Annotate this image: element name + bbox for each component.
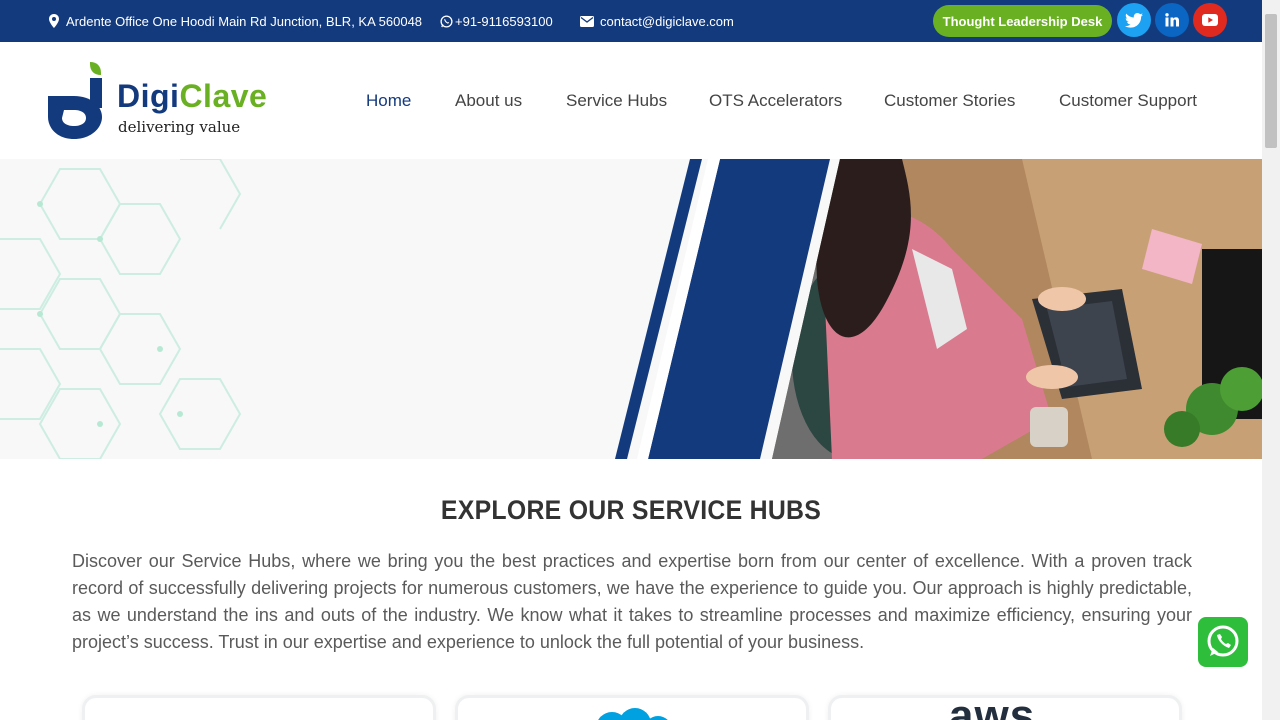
- whatsapp-icon: [1207, 625, 1239, 657]
- email-info[interactable]: contact@digiclave.com: [580, 0, 734, 42]
- envelope-icon: [580, 15, 594, 27]
- logo-word-digi: Digi: [117, 78, 180, 114]
- thought-leadership-button[interactable]: Thought Leadership Desk: [933, 5, 1112, 37]
- hexagon-pattern: [0, 159, 242, 459]
- whatsapp-chat-button[interactable]: [1198, 617, 1248, 667]
- phone-text: +91-9116593100: [455, 13, 553, 29]
- service-hub-card-aws[interactable]: aws: [828, 691, 1182, 720]
- youtube-icon[interactable]: [1193, 3, 1227, 37]
- whatsapp-small-icon: [440, 14, 453, 28]
- nav-ots-accelerators[interactable]: OTS Accelerators: [709, 42, 842, 159]
- nav-service-hubs[interactable]: Service Hubs: [566, 42, 667, 159]
- page-scrollbar[interactable]: [1262, 0, 1280, 720]
- nav-home[interactable]: Home: [366, 42, 411, 159]
- logo-tagline: delivering value: [118, 118, 241, 136]
- hero-banner: [0, 159, 1262, 459]
- nav-customer-support[interactable]: Customer Support: [1059, 42, 1197, 159]
- aws-logo: aws: [949, 691, 1036, 720]
- email-text: contact@digiclave.com: [600, 13, 734, 29]
- service-hub-card-1[interactable]: [82, 695, 436, 720]
- scrollbar-thumb[interactable]: [1265, 14, 1277, 148]
- top-bar: Ardente Office One Hoodi Main Rd Junctio…: [0, 0, 1262, 42]
- section-title: EXPLORE OUR SERVICE HUBS: [440, 495, 822, 525]
- site-header: DigiClave delivering value Home About us…: [0, 42, 1262, 159]
- address-info: Ardente Office One Hoodi Main Rd Junctio…: [48, 0, 422, 42]
- digiclave-logo-mark: [48, 62, 102, 139]
- twitter-icon[interactable]: [1117, 3, 1151, 37]
- hero-photo-woman-at-laptop: [772, 159, 1262, 459]
- address-text: Ardente Office One Hoodi Main Rd Junctio…: [66, 13, 423, 29]
- digiclave-logo[interactable]: DigiClave delivering value: [46, 60, 286, 144]
- logo-wordmark: DigiClave: [117, 78, 267, 115]
- linkedin-icon[interactable]: [1155, 3, 1189, 37]
- map-pin-icon: [49, 14, 59, 28]
- salesforce-cloud-icon: [598, 708, 668, 720]
- page: Ardente Office One Hoodi Main Rd Junctio…: [0, 0, 1280, 720]
- service-hub-card-salesforce[interactable]: [455, 695, 809, 720]
- section-description: Discover our Service Hubs, where we brin…: [72, 551, 1192, 652]
- phone-info[interactable]: +91-9116593100: [440, 0, 553, 42]
- nav-about-us[interactable]: About us: [455, 42, 522, 159]
- logo-word-clave: Clave: [179, 78, 268, 114]
- nav-customer-stories[interactable]: Customer Stories: [884, 42, 1015, 159]
